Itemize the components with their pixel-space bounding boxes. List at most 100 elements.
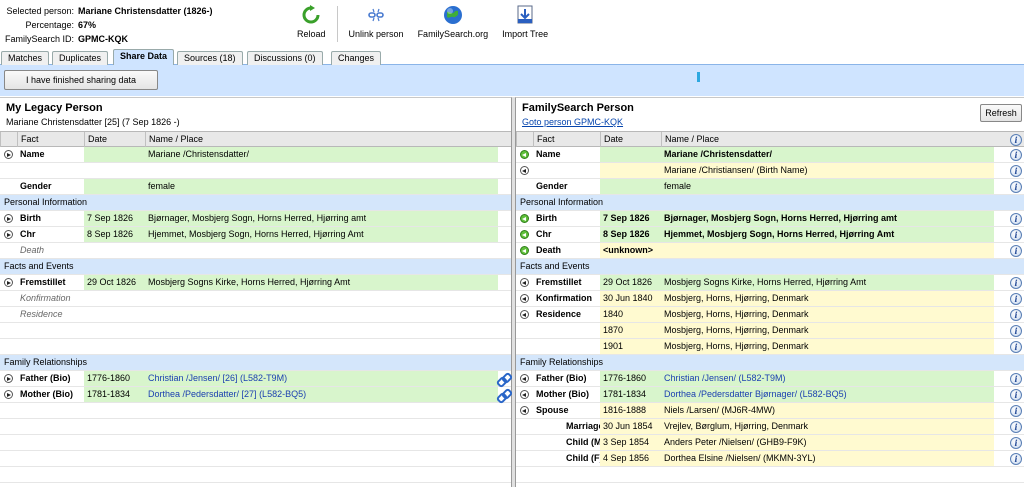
info-icon[interactable]: i: [1010, 372, 1022, 385]
info-icon[interactable]: i: [1010, 133, 1022, 146]
fact-cell: [533, 467, 600, 482]
column-header-place[interactable]: Name / Place: [145, 132, 495, 147]
tab-share-data[interactable]: Share Data: [113, 49, 175, 65]
link-icon[interactable]: [497, 373, 509, 385]
table-row[interactable]: [0, 435, 511, 451]
place-cell[interactable]: Christian /Jensen/ (L582-T9M): [661, 371, 991, 386]
table-row[interactable]: Fremstillet 29 Oct 1826 Mosbjerg Sogns Kir…: [0, 275, 511, 291]
info-icon[interactable]: i: [1010, 276, 1022, 289]
tab-changes[interactable]: Changes: [331, 51, 382, 65]
info-icon[interactable]: i: [1010, 436, 1022, 449]
table-row[interactable]: Gender female: [0, 179, 511, 195]
copy-arrow-icon[interactable]: [520, 374, 529, 383]
copy-arrow-icon[interactable]: [520, 214, 529, 223]
table-row[interactable]: [0, 419, 511, 435]
table-row[interactable]: Chr 8 Sep 1826 Hjemmet, Mosbjerg Sogn, Hor…: [516, 227, 1024, 243]
import-tree-button[interactable]: Import Tree: [495, 4, 555, 44]
table-row[interactable]: Konfirmation 30 Jun 1840 Mosbjerg, Horns, …: [516, 291, 1024, 307]
table-row[interactable]: Birth 7 Sep 1826 Bjørnager, Mosbjerg Sogn,…: [0, 211, 511, 227]
table-row[interactable]: [0, 467, 511, 483]
info-icon[interactable]: i: [1010, 148, 1022, 161]
info-icon[interactable]: i: [1010, 308, 1022, 321]
table-row[interactable]: [516, 467, 1024, 483]
table-row[interactable]: Gender female i: [516, 179, 1024, 195]
info-icon[interactable]: i: [1010, 228, 1022, 241]
copy-arrow-icon[interactable]: [520, 406, 529, 415]
share-arrow-icon[interactable]: [4, 214, 13, 223]
copy-arrow-icon[interactable]: [520, 166, 529, 175]
share-arrow-icon[interactable]: [4, 150, 13, 159]
table-row[interactable]: Father (Bio) 1776-1860 Christian /Jensen/ …: [516, 371, 1024, 387]
table-row[interactable]: Mother (Bio) 1781-1834 Dorthea /Pedersdatt…: [0, 387, 511, 403]
finished-sharing-button[interactable]: I have finished sharing data: [4, 70, 158, 90]
table-row[interactable]: Chr 8 Sep 1826 Hjemmet, Mosbjerg Sogn, Hor…: [0, 227, 511, 243]
info-icon[interactable]: i: [1010, 420, 1022, 433]
info-icon[interactable]: i: [1010, 164, 1022, 177]
table-row[interactable]: Father (Bio) 1776-1860 Christian /Jensen/ …: [0, 371, 511, 387]
table-row[interactable]: [0, 339, 511, 355]
table-row[interactable]: [0, 451, 511, 467]
place-cell[interactable]: Dorthea /Pedersdatter/ [27] (L582-BQ5): [145, 387, 495, 402]
refresh-button[interactable]: Refresh: [980, 104, 1022, 122]
table-row[interactable]: Name Mariane /Christensdatter/: [0, 147, 511, 163]
table-row[interactable]: [0, 323, 511, 339]
share-arrow-icon[interactable]: [4, 390, 13, 399]
table-row[interactable]: Spouse 1816-1888 Niels /Larsen/ (MJ6R-4MW)…: [516, 403, 1024, 419]
column-header-date[interactable]: Date: [84, 132, 145, 147]
table-row[interactable]: 1870 Mosbjerg, Horns, Hjørring, Denmark i: [516, 323, 1024, 339]
table-row[interactable]: Birth 7 Sep 1826 Bjørnager, Mosbjerg Sogn,…: [516, 211, 1024, 227]
copy-arrow-icon[interactable]: [520, 246, 529, 255]
table-row[interactable]: Death: [0, 243, 511, 259]
column-header-fact[interactable]: Fact: [533, 132, 600, 147]
table-row[interactable]: Marriage 30 Jun 1854 Vrejlev, Børglum, Hjø…: [516, 419, 1024, 435]
table-row[interactable]: Residence: [0, 307, 511, 323]
place-cell[interactable]: Dorthea /Pedersdatter Bjørnager/ (L582-B…: [661, 387, 991, 402]
table-row[interactable]: Death <unknown> i: [516, 243, 1024, 259]
info-icon[interactable]: i: [1010, 212, 1022, 225]
tab-sources[interactable]: Sources (18): [177, 51, 243, 65]
unlink-person-button[interactable]: Unlink person: [342, 4, 411, 44]
link-icon[interactable]: [497, 389, 509, 401]
copy-arrow-icon[interactable]: [520, 150, 529, 159]
table-row[interactable]: Child (F) 4 Sep 1856 Dorthea Elsine /Niels…: [516, 451, 1024, 467]
info-icon[interactable]: i: [1010, 388, 1022, 401]
tab-duplicates[interactable]: Duplicates: [52, 51, 109, 65]
table-row[interactable]: Residence 1840 Mosbjerg, Horns, Hjørring, …: [516, 307, 1024, 323]
table-row[interactable]: 1901 Mosbjerg, Horns, Hjørring, Denmark i: [516, 339, 1024, 355]
toolbar: Reload Unlink person FamilySearch.org Im…: [290, 4, 555, 44]
place-cell[interactable]: Christian /Jensen/ [26] (L582-T9M): [145, 371, 495, 386]
date-cell: 7 Sep 1826: [84, 211, 145, 226]
copy-arrow-icon[interactable]: [520, 310, 529, 319]
share-arrow-icon[interactable]: [4, 278, 13, 287]
copy-arrow-icon[interactable]: [520, 390, 529, 399]
share-arrow-icon[interactable]: [4, 230, 13, 239]
info-icon[interactable]: i: [1010, 292, 1022, 305]
table-row[interactable]: [0, 163, 511, 179]
familysearch-button[interactable]: FamilySearch.org: [411, 4, 496, 44]
info-icon[interactable]: i: [1010, 404, 1022, 417]
share-arrow-icon[interactable]: [4, 374, 13, 383]
column-header-date[interactable]: Date: [600, 132, 661, 147]
table-row[interactable]: Child (M)3 Sep 1854Anders Peter /Nielsen…: [516, 435, 1024, 451]
info-icon[interactable]: i: [1010, 324, 1022, 337]
copy-arrow-icon[interactable]: [520, 278, 529, 287]
tab-matches[interactable]: Matches: [1, 51, 50, 65]
goto-person-link[interactable]: Goto person GPMC-KQK: [522, 117, 623, 127]
info-icon[interactable]: i: [1010, 452, 1022, 465]
column-header-fact[interactable]: Fact: [17, 132, 84, 147]
table-row[interactable]: Mariane /Christiansen/ (Birth Name) i: [516, 163, 1024, 179]
date-cell: 1776-1860: [600, 371, 661, 386]
table-row[interactable]: Mother (Bio) 1781-1834 Dorthea /Pedersdatt…: [516, 387, 1024, 403]
info-icon[interactable]: i: [1010, 340, 1022, 353]
tab-discussions[interactable]: Discussions (0): [247, 51, 323, 65]
copy-arrow-icon[interactable]: [520, 230, 529, 239]
table-row[interactable]: [0, 403, 511, 419]
column-header-place[interactable]: Name / Place: [661, 132, 991, 147]
info-icon[interactable]: i: [1010, 244, 1022, 257]
info-icon[interactable]: i: [1010, 180, 1022, 193]
table-row[interactable]: Konfirmation: [0, 291, 511, 307]
table-row[interactable]: Fremstillet 29 Oct 1826 Mosbjerg Sogns Kir…: [516, 275, 1024, 291]
copy-arrow-icon[interactable]: [520, 294, 529, 303]
table-row[interactable]: Name Mariane /Christensdatter/i: [516, 147, 1024, 163]
reload-button[interactable]: Reload: [290, 4, 333, 44]
